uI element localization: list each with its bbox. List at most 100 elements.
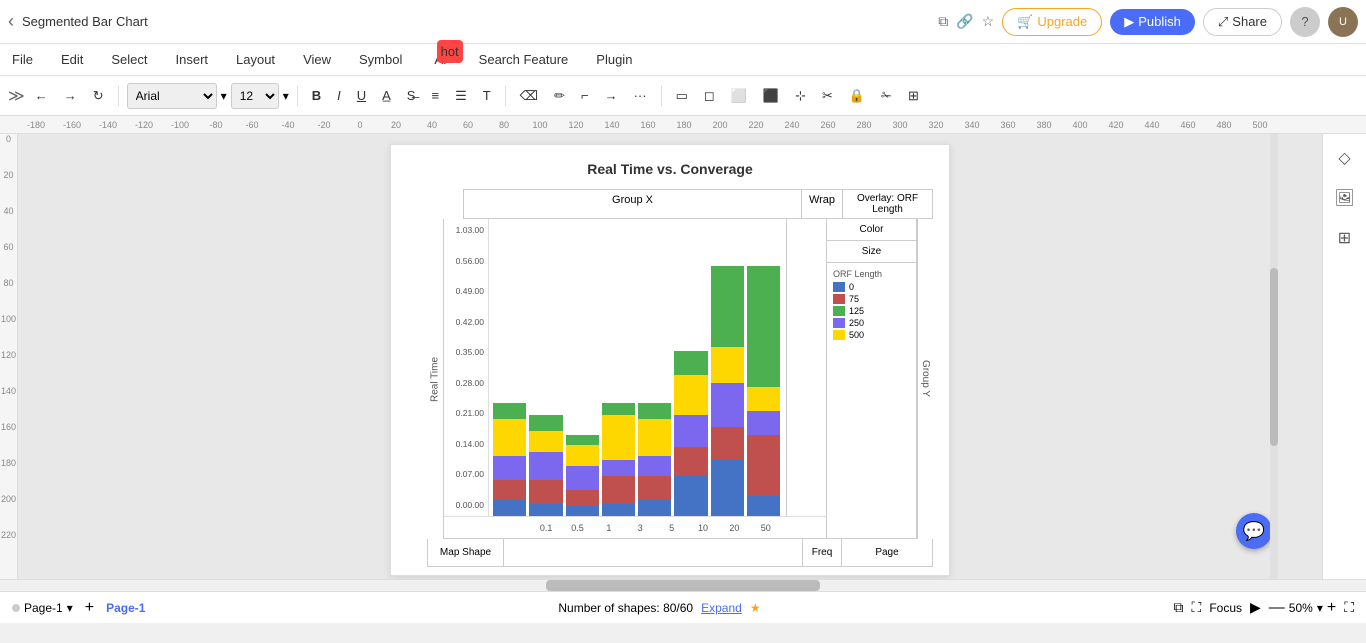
- vertical-scrollbar[interactable]: [1270, 134, 1278, 579]
- page-dropdown-arrow[interactable]: ▾: [67, 601, 73, 615]
- menu-view[interactable]: View: [299, 48, 335, 71]
- duplicate-icon[interactable]: ⧉: [938, 13, 948, 30]
- select-btn[interactable]: ⊹: [789, 85, 812, 107]
- font-size-select[interactable]: 12: [231, 83, 279, 109]
- fit-page-button[interactable]: ⛶: [1344, 599, 1354, 616]
- bar-segment: [674, 447, 707, 475]
- x-label: 5: [658, 523, 686, 533]
- y-tick: 0.21.00: [444, 408, 484, 418]
- bar-group: [747, 266, 780, 516]
- play-button[interactable]: ▶: [1250, 599, 1261, 616]
- layers-button[interactable]: ⧉: [1174, 599, 1184, 616]
- menu-edit[interactable]: Edit: [57, 48, 87, 71]
- share-icon-top[interactable]: 🔗: [956, 13, 973, 30]
- add-page-button[interactable]: +: [85, 599, 94, 617]
- panel-image-icon[interactable]: 🖼: [1329, 182, 1361, 214]
- publish-button[interactable]: ▶ Publish: [1110, 9, 1195, 35]
- italic-button[interactable]: I: [331, 85, 347, 106]
- menu-ai[interactable]: AI hot: [426, 48, 454, 71]
- zoom-control: — 50% ▾ +: [1269, 599, 1336, 617]
- zoom-out-button[interactable]: —: [1269, 599, 1285, 617]
- arrow-button[interactable]: →: [599, 85, 624, 106]
- y-tick: 0.35.00: [444, 347, 484, 357]
- font-chevron: ▾: [221, 89, 227, 103]
- line-button[interactable]: ⌐: [575, 85, 595, 106]
- share-button[interactable]: ⤢ Share: [1203, 8, 1282, 36]
- bar-segment: [602, 504, 635, 516]
- group-x-header: Group X: [464, 190, 802, 218]
- menu-file[interactable]: File: [8, 48, 37, 71]
- grid-button[interactable]: ⊞: [902, 85, 925, 107]
- font-family-select[interactable]: Arial: [127, 83, 217, 109]
- bar-segment: [602, 403, 635, 415]
- back-button[interactable]: ‹: [8, 11, 14, 32]
- rotate-button[interactable]: ↻: [87, 85, 110, 107]
- bar-segment: [747, 411, 780, 435]
- menu-search-feature[interactable]: Search Feature: [475, 48, 573, 71]
- shape2-button[interactable]: ◻: [698, 85, 721, 107]
- expand-link[interactable]: Expand: [701, 601, 742, 615]
- y-tick: 0.28.00: [444, 378, 484, 388]
- x-label: 0.5: [563, 523, 591, 533]
- bar-group: [711, 266, 744, 516]
- shape4-button[interactable]: ⬛: [757, 85, 785, 107]
- bar-segment: [638, 500, 671, 516]
- main-area: 0 20 40 60 80 100 120 140 160 180 200 22…: [0, 134, 1366, 579]
- hscroll-thumb[interactable]: [546, 580, 819, 591]
- menu-plugin[interactable]: Plugin: [592, 48, 636, 71]
- canvas[interactable]: Real Time vs. Converage Group X Wrap Ove…: [18, 134, 1322, 579]
- overlay-header: Overlay: ORF Length: [843, 189, 933, 219]
- underline-button[interactable]: U: [351, 85, 372, 106]
- font-color-button[interactable]: A̲: [376, 85, 397, 106]
- bar-segment: [638, 419, 671, 455]
- upgrade-button[interactable]: 🛒 Upgrade: [1002, 8, 1102, 36]
- map-shape-button[interactable]: Map Shape: [428, 539, 504, 566]
- shape3-button[interactable]: ⬜: [725, 85, 753, 107]
- zoom-dropdown[interactable]: ▾: [1317, 601, 1323, 615]
- legend-color-swatch: [833, 282, 845, 292]
- fullscreen-button[interactable]: ⛶: [1192, 599, 1202, 616]
- zoom-in-button[interactable]: +: [1327, 599, 1336, 617]
- star-icon[interactable]: ☆: [982, 13, 995, 30]
- menu-select[interactable]: Select: [107, 48, 151, 71]
- bar-segment: [493, 419, 526, 455]
- help-button[interactable]: ?: [1290, 7, 1320, 37]
- crop-button[interactable]: ✂: [816, 85, 839, 107]
- text-button[interactable]: T: [477, 85, 497, 106]
- eraser-button[interactable]: ⌫: [514, 85, 544, 107]
- menu-insert[interactable]: Insert: [172, 48, 213, 71]
- redo-button[interactable]: →: [58, 85, 83, 106]
- align-button[interactable]: ≡: [425, 85, 445, 106]
- legend-color-swatch: [833, 318, 845, 328]
- strikethrough-button[interactable]: S̶: [401, 85, 422, 106]
- panel-design-icon[interactable]: ◇: [1329, 142, 1361, 174]
- size-button[interactable]: Size: [827, 241, 916, 263]
- panel-grid-icon[interactable]: ⊞: [1329, 222, 1361, 254]
- align2-button[interactable]: ☰: [449, 85, 473, 107]
- color-button[interactable]: Color: [827, 219, 916, 241]
- dots-button[interactable]: ···: [628, 85, 653, 106]
- horizontal-scrollbar[interactable]: [0, 579, 1366, 591]
- menu-symbol[interactable]: Symbol: [355, 48, 406, 71]
- shapes-text: Number of shapes: 80/60: [558, 601, 693, 615]
- bar-segment: [566, 445, 599, 465]
- chart-title: Real Time vs. Converage: [407, 161, 933, 177]
- expand-panels-icon[interactable]: ≫: [8, 86, 25, 106]
- separator-1: [118, 86, 119, 106]
- y-axis-label: Real Time: [427, 219, 443, 539]
- scrollbar-thumb[interactable]: [1270, 268, 1278, 446]
- bar-segment: [602, 460, 635, 476]
- lock-button[interactable]: 🔒: [843, 85, 871, 107]
- shape1-button[interactable]: ▭: [670, 85, 694, 107]
- bold-button[interactable]: B: [306, 85, 327, 106]
- pen-button[interactable]: ✏: [548, 85, 571, 107]
- overlay-panel: Color Size ORF Length 075125250500: [827, 219, 917, 539]
- page-footer: Page: [842, 539, 932, 566]
- undo-button[interactable]: ←: [29, 85, 54, 106]
- star-status-icon[interactable]: ★: [750, 601, 761, 615]
- chat-button[interactable]: 💬: [1236, 513, 1272, 549]
- cut-button[interactable]: ✁: [875, 85, 898, 107]
- user-avatar[interactable]: U: [1328, 7, 1358, 37]
- bar-segment: [566, 506, 599, 516]
- menu-layout[interactable]: Layout: [232, 48, 279, 71]
